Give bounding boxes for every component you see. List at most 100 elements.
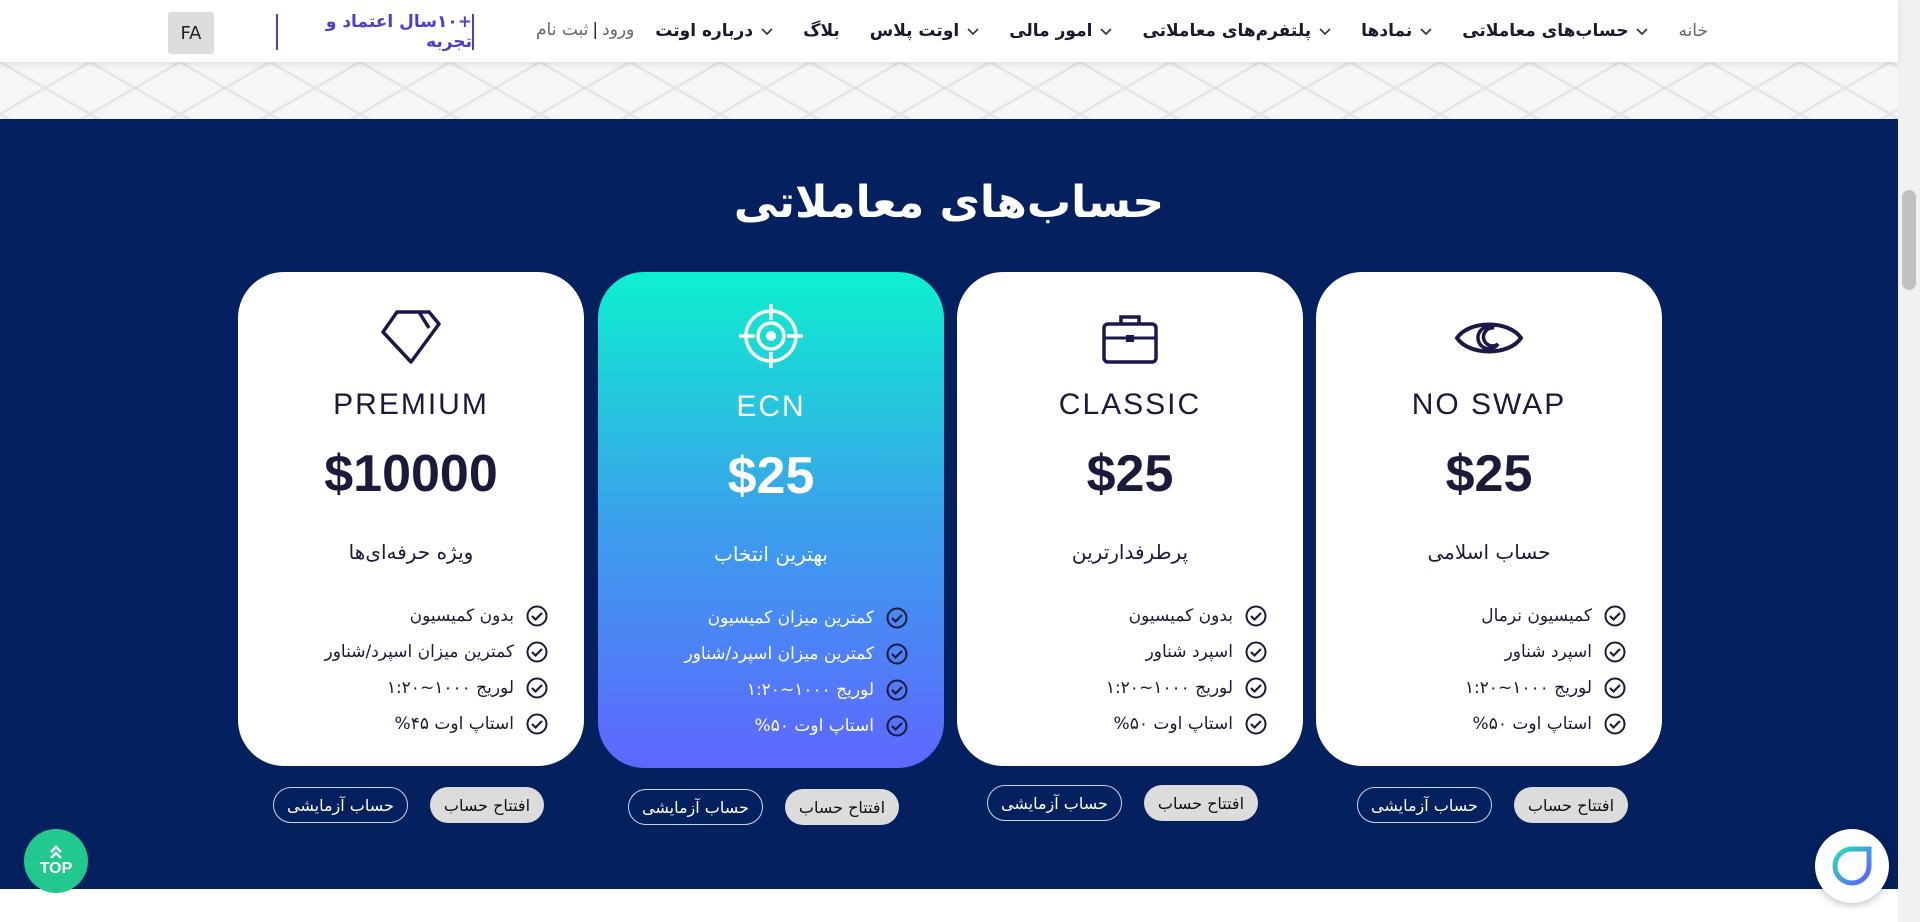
account-card-premium: PREMIUM $10000 ویژه حرفه‌ای‌ها بدون کمیس… <box>238 272 584 766</box>
demo-account-button[interactable]: حساب آزمایشی <box>1357 787 1492 823</box>
feature-item: کمترین میزان اسپرد/شناور <box>325 634 548 670</box>
account-price: $25 <box>727 447 815 505</box>
open-account-button[interactable]: افتتاح حساب <box>429 787 545 823</box>
check-circle-icon <box>886 679 908 701</box>
account-card-classic: CLASSIC $25 پرطرفدارترین بدون کمیسیون اس… <box>957 272 1303 766</box>
chevron-down-icon <box>1100 28 1113 36</box>
nav-item-label: نمادها <box>1361 21 1413 41</box>
register-link[interactable]: ثبت نام <box>536 20 588 40</box>
nav-item-label: بلاگ <box>803 21 840 41</box>
top-header: FA +۱۰سال اعتماد و تجربه ورود|ثبت نام خا… <box>0 0 1898 62</box>
feature-item: اسپرد شناور <box>1106 634 1267 670</box>
auth-links: ورود|ثبت نام <box>536 20 634 40</box>
check-circle-icon <box>886 607 908 629</box>
feature-item: استاپ اوت ۴۵% <box>325 706 548 742</box>
accounts-section: حساب‌های معاملاتی NO SWAP $25 حساب اسلام… <box>0 119 1898 889</box>
page-bottom <box>0 889 1898 922</box>
feature-item: لوریج ۱۰۰۰~۱:۲۰ <box>1106 670 1267 706</box>
check-circle-icon <box>1604 641 1626 663</box>
open-account-button[interactable]: افتتاح حساب <box>1513 787 1629 823</box>
tagline: +۱۰سال اعتماد و تجربه <box>276 12 474 52</box>
account-name: NO SWAP <box>1411 388 1567 421</box>
demo-account-button[interactable]: حساب آزمایشی <box>273 787 408 823</box>
feature-item: استاپ اوت ۵۰% <box>685 708 908 744</box>
account-name: PREMIUM <box>333 388 489 421</box>
demo-account-button[interactable]: حساب آزمایشی <box>628 789 763 825</box>
check-circle-icon <box>1604 713 1626 735</box>
check-circle-icon <box>886 643 908 665</box>
scroll-top-button[interactable]: TOP <box>24 829 88 893</box>
main-nav: خانه حساب‌های معاملاتی نمادها پلتفرم‌های… <box>655 0 1708 62</box>
nav-item-label: امور مالی <box>1009 21 1093 41</box>
account-name: CLASSIC <box>1058 388 1202 421</box>
nav-item-label: پلتفرم‌های معاملاتی <box>1142 21 1312 41</box>
card-actions-classic: افتتاح حساب حساب آزمایشی <box>987 785 1259 821</box>
nav-item-symbols[interactable]: نمادها <box>1361 21 1432 41</box>
card-actions-no-swap: افتتاح حساب حساب آزمایشی <box>1357 787 1629 823</box>
nav-item-trading-accounts[interactable]: حساب‌های معاملاتی <box>1462 21 1649 41</box>
diamond-tag-icon <box>381 310 441 364</box>
feature-item: کمترین میزان کمیسیون <box>685 600 908 636</box>
nav-item-blog[interactable]: بلاگ <box>803 21 840 41</box>
nav-item-label: درباره اوتت <box>655 21 754 41</box>
nav-item-label: خانه <box>1678 21 1708 41</box>
account-card-no-swap: NO SWAP $25 حساب اسلامی کمیسیون نرمال اس… <box>1316 272 1662 766</box>
feature-list: بدون کمیسیون اسپرد شناور لوریج ۱۰۰۰~۱:۲۰… <box>1106 598 1267 742</box>
feature-item: کمترین میزان اسپرد/شناور <box>685 636 908 672</box>
briefcase-icon <box>1102 315 1158 364</box>
check-circle-icon <box>1604 605 1626 627</box>
feature-item: بدون کمیسیون <box>325 598 548 634</box>
feature-item: استاپ اوت ۵۰% <box>1465 706 1626 742</box>
nav-item-finance[interactable]: امور مالی <box>1009 21 1113 41</box>
feature-list: بدون کمیسیون کمترین میزان اسپرد/شناور لو… <box>325 598 548 742</box>
demo-account-button[interactable]: حساب آزمایشی <box>987 785 1122 821</box>
language-button[interactable]: FA <box>168 12 214 54</box>
account-card-ecn: ECN $25 بهترین انتخاب کمترین میزان کمیسی… <box>598 272 944 768</box>
nav-item-platforms[interactable]: پلتفرم‌های معاملاتی <box>1142 21 1331 41</box>
account-subtitle: ویژه حرفه‌ای‌ها <box>348 540 474 564</box>
feature-item: بدون کمیسیون <box>1106 598 1267 634</box>
auth-separator: | <box>592 20 599 40</box>
check-circle-icon <box>886 715 908 737</box>
nav-item-label: اوتت پلاس <box>869 21 960 41</box>
feature-item: لوریج ۱۰۰۰~۱:۲۰ <box>685 672 908 708</box>
feature-item: اسپرد شناور <box>1465 634 1626 670</box>
chat-widget-button[interactable] <box>1815 829 1889 903</box>
chevron-down-icon <box>1420 28 1432 36</box>
target-icon <box>739 304 803 368</box>
check-circle-icon <box>1604 677 1626 699</box>
check-circle-icon <box>1245 713 1267 735</box>
account-price: $10000 <box>324 445 498 503</box>
feature-item: لوریج ۱۰۰۰~۱:۲۰ <box>325 670 548 706</box>
account-subtitle: حساب اسلامی <box>1427 540 1551 564</box>
page-scrollbar[interactable] <box>1898 0 1920 922</box>
section-title: حساب‌های معاملاتی <box>733 177 1165 228</box>
chevron-down-icon <box>967 28 979 36</box>
card-actions-premium: افتتاح حساب حساب آزمایشی <box>273 787 545 823</box>
nav-item-home[interactable]: خانه <box>1678 21 1708 41</box>
account-price: $25 <box>1086 445 1174 503</box>
check-circle-icon <box>1245 641 1267 663</box>
chevron-down-icon <box>761 28 773 36</box>
open-account-button[interactable]: افتتاح حساب <box>784 789 900 825</box>
feature-item: لوریج ۱۰۰۰~۱:۲۰ <box>1465 670 1626 706</box>
nav-item-plus[interactable]: اوتت پلاس <box>870 21 979 41</box>
scrollbar-thumb[interactable] <box>1902 190 1916 290</box>
account-subtitle: بهترین انتخاب <box>714 542 828 566</box>
card-actions-ecn: افتتاح حساب حساب آزمایشی <box>628 789 900 825</box>
check-circle-icon <box>1245 677 1267 699</box>
check-circle-icon <box>526 641 548 663</box>
scroll-top-label: TOP <box>39 860 73 877</box>
open-account-button[interactable]: افتتاح حساب <box>1143 785 1259 821</box>
check-circle-icon <box>526 713 548 735</box>
nav-item-about[interactable]: درباره اوتت <box>655 21 773 41</box>
eye-icon <box>1454 322 1524 354</box>
check-circle-icon <box>526 605 548 627</box>
login-link[interactable]: ورود <box>602 20 634 40</box>
feature-item: کمیسیون نرمال <box>1465 598 1626 634</box>
account-name: ECN <box>736 390 806 423</box>
account-subtitle: پرطرفدارترین <box>1071 540 1189 564</box>
check-circle-icon <box>1245 605 1267 627</box>
check-circle-icon <box>526 677 548 699</box>
feature-list: کمیسیون نرمال اسپرد شناور لوریج ۱۰۰۰~۱:۲… <box>1465 598 1626 742</box>
